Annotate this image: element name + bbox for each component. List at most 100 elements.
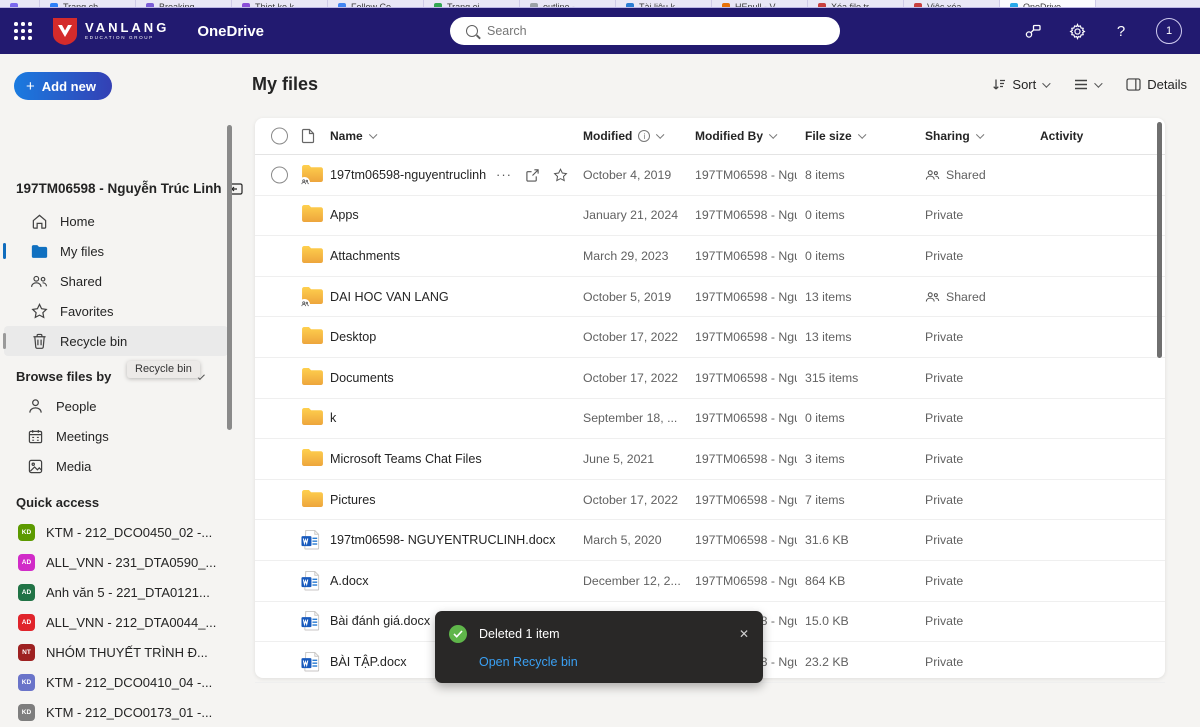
file-name[interactable]: Pictures	[330, 493, 376, 507]
sharing-status[interactable]: Private	[925, 574, 963, 588]
sharing-status[interactable]: Private	[925, 493, 963, 507]
browser-tab[interactable]: Trang ej...	[424, 0, 520, 8]
file-name[interactable]: A.docx	[330, 574, 369, 588]
view-options-button[interactable]	[1074, 79, 1100, 90]
table-scrollbar[interactable]	[1157, 122, 1162, 358]
table-row[interactable]: 197tm06598- NGUYENTRUCLINH.docx March 5,…	[255, 520, 1165, 561]
browser-tab[interactable]: Việc xóa...	[904, 0, 1000, 8]
quick-access-item[interactable]: AD ALL_VNN - 212_DTA0044_...	[0, 607, 232, 637]
sidebar-item-my-files[interactable]: My files	[4, 236, 228, 266]
table-row[interactable]: A.docx December 12, 2... 197TM06598 - Ng…	[255, 561, 1165, 602]
search-input[interactable]: Search	[450, 17, 840, 45]
browser-tab[interactable]: HEnull - V...	[712, 0, 808, 8]
sharing-status[interactable]: Private	[925, 614, 963, 628]
quick-access-item[interactable]: KD KTM - 212_DCO0450_02 -...	[0, 517, 232, 547]
app-name: OneDrive	[197, 23, 264, 40]
sharing-status[interactable]: Private	[925, 411, 963, 425]
select-all-checkbox[interactable]	[271, 128, 288, 145]
file-name[interactable]: k	[330, 411, 336, 425]
sharing-status[interactable]: Shared	[925, 168, 986, 182]
column-header-sharing[interactable]: Sharing	[925, 129, 981, 143]
quick-access-item[interactable]: AD Anh văn 5 - 221_DTA0121...	[0, 577, 232, 607]
sidebar-item-recycle-bin[interactable]: Recycle bin	[4, 326, 228, 356]
share-icon[interactable]	[523, 166, 541, 184]
team-badge-icon: KD	[18, 704, 35, 721]
sidebar-item-meetings[interactable]: Meetings	[4, 421, 228, 451]
sidebar-item-favorites[interactable]: Favorites	[4, 296, 228, 326]
team-badge-icon: AD	[18, 614, 35, 631]
file-name[interactable]: Bài đánh giá.docx	[330, 614, 430, 628]
sharing-status[interactable]: Private	[925, 330, 963, 344]
browser-tab[interactable]: Trang ch...	[40, 0, 136, 8]
sharing-status[interactable]: Private	[925, 533, 963, 547]
sharing-label: Private	[925, 574, 963, 588]
column-header-modified[interactable]: Modified i	[583, 129, 662, 143]
quick-access-item[interactable]: KD KTM - 212_DCO0410_04 -...	[0, 667, 232, 697]
chevron-down-icon	[369, 131, 377, 139]
browser-tab[interactable]: Breaking...	[136, 0, 232, 8]
details-button[interactable]: Details	[1126, 77, 1187, 92]
column-header-modified-by[interactable]: Modified By	[695, 129, 797, 143]
favorite-star-icon[interactable]	[551, 166, 569, 184]
table-row[interactable]: Documents October 17, 2022 197TM06598 - …	[255, 358, 1165, 399]
sidebar-item-people[interactable]: People	[4, 391, 228, 421]
column-header-activity[interactable]: Activity	[1040, 129, 1083, 143]
close-icon[interactable]: ✕	[739, 627, 749, 641]
help-icon[interactable]: ?	[1112, 22, 1130, 40]
more-actions-icon[interactable]: ···	[495, 166, 513, 184]
file-name[interactable]: Microsoft Teams Chat Files	[330, 452, 482, 466]
table-row[interactable]: k September 18, ... 197TM06598 - Ngu 0 i…	[255, 399, 1165, 440]
quick-access-item[interactable]: NT NHÓM THUYẾT TRÌNH Đ...	[0, 637, 232, 667]
sharing-status[interactable]: Private	[925, 452, 963, 466]
table-row[interactable]: Desktop October 17, 2022 197TM06598 - Ng…	[255, 317, 1165, 358]
sidebar-item-media[interactable]: Media	[4, 451, 228, 481]
row-checkbox[interactable]	[271, 166, 288, 183]
table-row[interactable]: Attachments March 29, 2023 197TM06598 - …	[255, 236, 1165, 277]
add-new-button[interactable]: + Add new	[14, 72, 112, 100]
file-name[interactable]: 197tm06598- NGUYENTRUCLINH.docx	[330, 533, 555, 547]
app-launcher-waffle-icon[interactable]	[12, 20, 34, 42]
browser-tab[interactable]	[0, 0, 40, 8]
quick-access-item[interactable]: KD KTM - 212_DCO0173_01 -...	[0, 697, 232, 727]
sharing-status[interactable]: Private	[925, 249, 963, 263]
file-name[interactable]: 197tm06598-nguyentruclinh	[330, 168, 486, 182]
file-name[interactable]: DAI HOC VAN LANG	[330, 290, 449, 304]
sort-button[interactable]: Sort	[992, 77, 1048, 92]
sort-icon	[992, 78, 1006, 91]
table-row[interactable]: DAI HOC VAN LANG October 5, 2019 197TM06…	[255, 277, 1165, 318]
files-table: Name Modified i Modified By File size Sh…	[255, 118, 1165, 678]
open-recycle-bin-link[interactable]: Open Recycle bin	[479, 655, 749, 669]
sidebar-item-shared[interactable]: Shared	[4, 266, 228, 296]
file-name[interactable]: Attachments	[330, 249, 400, 263]
sidebar-item-home[interactable]: Home	[4, 206, 228, 236]
sharing-status[interactable]: Private	[925, 655, 963, 669]
column-header-file-size[interactable]: File size	[805, 129, 863, 143]
file-name[interactable]: Documents	[330, 371, 394, 385]
file-name[interactable]: BÀI TẬP.docx	[330, 655, 407, 669]
sharing-status[interactable]: Shared	[925, 290, 986, 304]
table-row[interactable]: Microsoft Teams Chat Files June 5, 2021 …	[255, 439, 1165, 480]
browser-tab[interactable]: Tài liệu k...	[616, 0, 712, 8]
table-row[interactable]: Apps January 21, 2024 197TM06598 - Ngu 0…	[255, 196, 1165, 237]
diagram-view-icon[interactable]	[1024, 22, 1042, 40]
browser-tab[interactable]: Thiet ke k...	[232, 0, 328, 8]
person-icon	[26, 397, 44, 415]
file-name[interactable]: Apps	[330, 208, 359, 222]
sharing-status[interactable]: Private	[925, 371, 963, 385]
chevron-down-icon	[858, 131, 866, 139]
browser-tab[interactable]: Follow Co...	[328, 0, 424, 8]
browser-tab[interactable]: Xóa file tr...	[808, 0, 904, 8]
quick-access-item[interactable]: AD ALL_VNN - 231_DTA0590_...	[0, 547, 232, 577]
column-header-name[interactable]: Name	[330, 129, 374, 143]
table-row[interactable]: Pictures October 17, 2022 197TM06598 - N…	[255, 480, 1165, 521]
sidebar-scrollbar[interactable]	[227, 125, 232, 430]
sharing-status[interactable]: Private	[925, 208, 963, 222]
browser-tab[interactable]: outline -...	[520, 0, 616, 8]
browser-tab[interactable]: OneDrive	[1000, 0, 1096, 8]
column-label: Activity	[1040, 129, 1083, 143]
account-avatar[interactable]: 1	[1156, 18, 1182, 44]
file-type-column-icon[interactable]	[301, 128, 315, 144]
settings-gear-icon[interactable]	[1068, 22, 1086, 40]
file-name[interactable]: Desktop	[330, 330, 376, 344]
table-row[interactable]: 197tm06598-nguyentruclinh ··· October 4,…	[255, 155, 1165, 196]
